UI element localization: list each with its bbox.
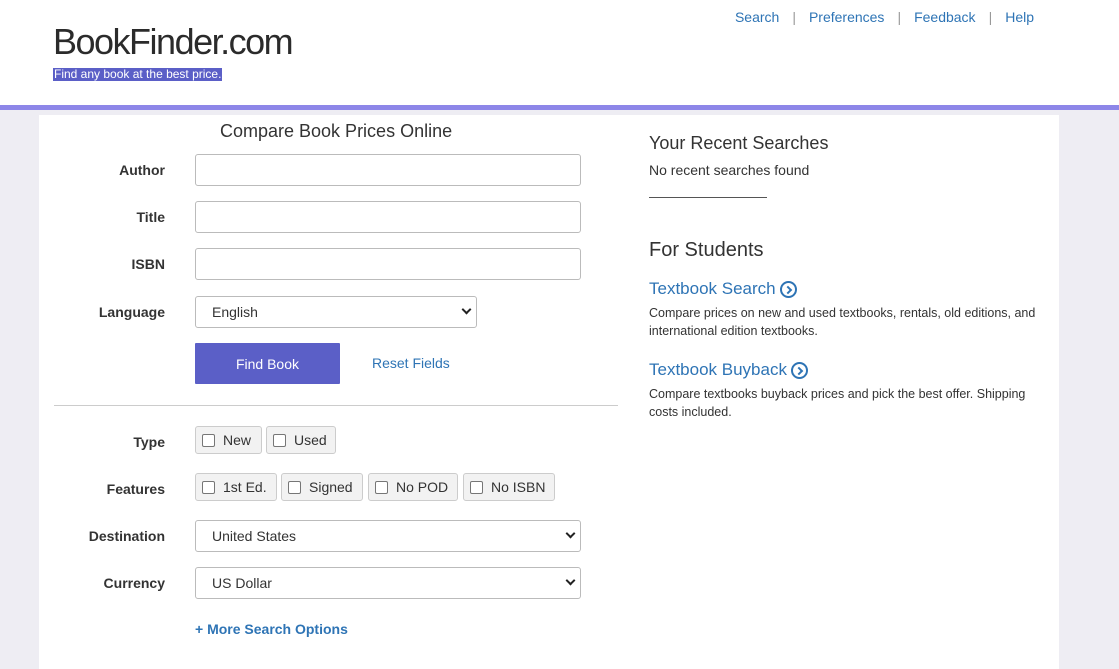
top-nav: Search | Preferences | Feedback | Help (735, 9, 1034, 25)
reset-fields-link[interactable]: Reset Fields (372, 355, 450, 371)
checkbox-label: Used (294, 432, 327, 448)
title-label: Title (136, 209, 165, 225)
feature-1st-ed-checkbox[interactable]: 1st Ed. (195, 473, 277, 501)
feature-no-isbn-checkbox[interactable]: No ISBN (463, 473, 555, 501)
feature-signed-checkbox[interactable]: Signed (281, 473, 363, 501)
checkbox-label: No POD (396, 479, 449, 495)
chevron-down-icon (461, 304, 472, 315)
textbook-search-label: Textbook Search (649, 279, 776, 298)
nav-separator: | (792, 9, 796, 25)
textbook-buyback-desc: Compare textbooks buyback prices and pic… (649, 387, 1026, 419)
checkbox-icon (202, 480, 215, 494)
textbook-buyback-link[interactable]: Textbook Buyback (649, 360, 808, 380)
chevron-down-icon (565, 528, 576, 539)
language-select-value: English (212, 304, 258, 320)
features-label: Features (106, 481, 165, 497)
type-used-checkbox[interactable]: Used (266, 426, 336, 454)
type-label: Type (133, 434, 165, 450)
more-search-options-link[interactable]: + More Search Options (195, 621, 348, 637)
currency-select-value: US Dollar (212, 575, 272, 591)
site-header: BookFinder.com Find any book at the best… (0, 0, 1119, 110)
nav-search-link[interactable]: Search (735, 9, 779, 25)
author-label: Author (119, 162, 165, 178)
site-logo[interactable]: BookFinder.com (53, 22, 294, 62)
type-new-checkbox[interactable]: New (195, 426, 262, 454)
checkbox-label: Signed (309, 479, 353, 495)
destination-select[interactable]: United States (195, 520, 581, 552)
destination-select-value: United States (212, 528, 297, 544)
chevron-down-icon (565, 575, 576, 586)
site-tagline: Find any book at the best price. (53, 67, 223, 81)
feature-no-pod-checkbox[interactable]: No POD (368, 473, 458, 501)
chevron-right-circle-icon (779, 280, 797, 298)
currency-label: Currency (103, 575, 165, 591)
students-title: For Students (649, 239, 764, 261)
checkbox-icon (288, 480, 301, 494)
chevron-right-circle-icon (790, 361, 808, 379)
nav-separator: | (988, 9, 993, 25)
recent-searches-rule (649, 197, 767, 198)
author-input[interactable] (195, 154, 581, 186)
textbook-buyback-label: Textbook Buyback (649, 360, 787, 379)
language-label: Language (98, 304, 165, 320)
textbook-search-link[interactable]: Textbook Search (649, 279, 797, 299)
checkbox-icon (273, 433, 286, 447)
nav-help-link[interactable]: Help (1005, 9, 1034, 25)
nav-separator: | (897, 9, 902, 25)
recent-searches-title: Your Recent Searches (649, 133, 829, 153)
isbn-input[interactable] (195, 248, 581, 280)
find-book-button[interactable]: Find Book (195, 343, 340, 384)
checkbox-icon (375, 480, 388, 494)
checkbox-label: No ISBN (491, 479, 546, 495)
nav-preferences-link[interactable]: Preferences (809, 9, 884, 25)
isbn-label: ISBN (131, 256, 165, 272)
nav-feedback-link[interactable]: Feedback (914, 9, 975, 25)
textbook-search-desc: Compare prices on new and used textbooks… (649, 306, 1036, 338)
title-input[interactable] (195, 201, 581, 233)
form-divider (54, 405, 618, 406)
form-title: Compare Book Prices Online (220, 121, 453, 141)
destination-label: Destination (88, 528, 165, 544)
checkbox-icon (202, 433, 215, 447)
checkbox-label: 1st Ed. (223, 479, 267, 495)
currency-select[interactable]: US Dollar (195, 567, 581, 599)
checkbox-icon (470, 480, 483, 494)
checkbox-label: New (223, 432, 252, 448)
language-select[interactable]: English (195, 296, 477, 328)
recent-searches-empty: No recent searches found (649, 162, 810, 178)
main-content: Compare Book Prices Online Author Title … (39, 115, 1059, 669)
